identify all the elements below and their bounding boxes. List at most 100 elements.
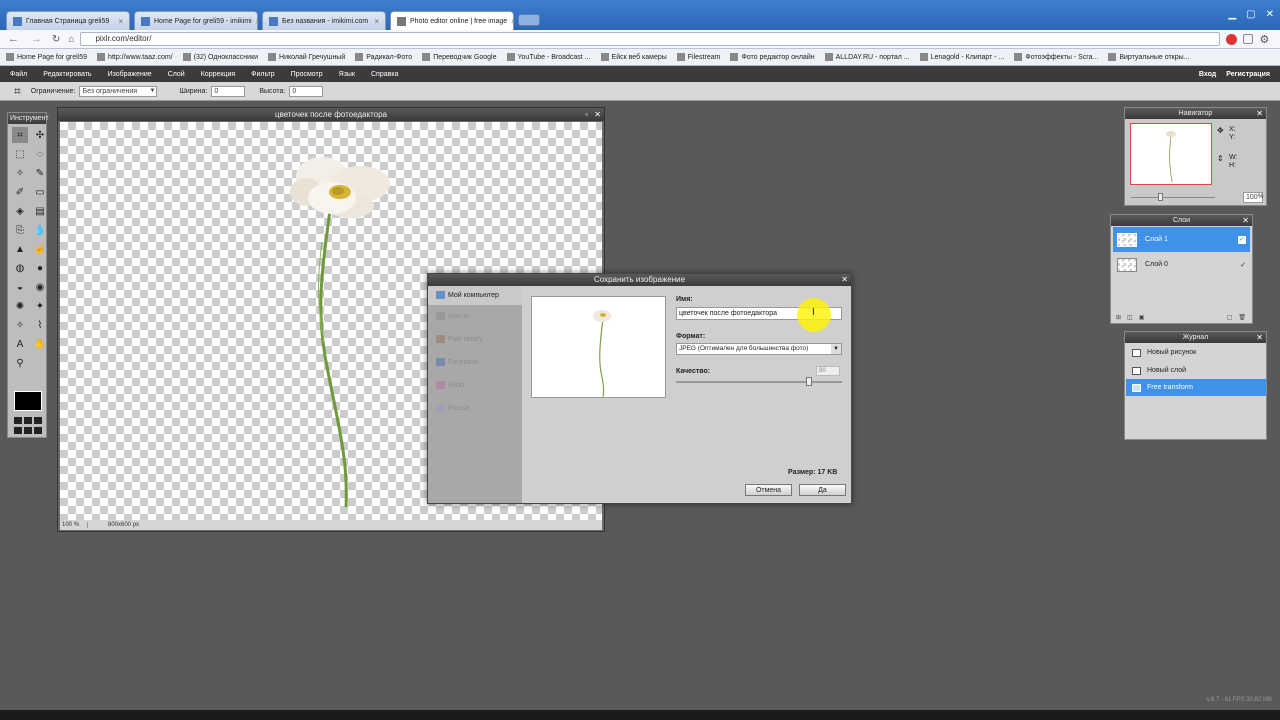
menu-image[interactable]: Изображение xyxy=(108,71,152,78)
source-flickr[interactable]: Flickr xyxy=(428,374,522,397)
close-icon[interactable]: ✕ xyxy=(841,274,848,286)
navigator-zoom-slider[interactable] xyxy=(1131,197,1215,198)
history-item-active[interactable]: Free transform xyxy=(1126,379,1266,396)
layer-row[interactable]: Слой 0 ✓ xyxy=(1113,253,1250,276)
clone-icon[interactable]: ⎘ xyxy=(12,222,28,238)
view-mode-icon[interactable] xyxy=(14,427,22,434)
register-link[interactable]: Регистрация xyxy=(1226,71,1270,78)
delete-layer-icon[interactable]: 🗑 xyxy=(1238,314,1246,321)
text-icon[interactable]: A xyxy=(12,336,28,352)
color-swatch[interactable] xyxy=(14,391,42,411)
bookmark-item[interactable]: YouTube - Broadcast ... xyxy=(506,53,591,61)
close-icon[interactable]: ✕ xyxy=(1256,332,1263,343)
wrench-icon[interactable]: ⚙ xyxy=(1259,33,1269,46)
reload-icon[interactable]: ↻ xyxy=(52,34,60,45)
menu-filter[interactable]: Фильтр xyxy=(251,71,275,78)
bookmark-item[interactable]: Виртуальные откры... xyxy=(1108,53,1189,61)
source-pixlr-library[interactable]: Pixlr library xyxy=(428,328,522,351)
home-icon[interactable]: ⌂ xyxy=(68,34,74,45)
back-icon[interactable]: ← xyxy=(8,33,19,45)
layer-row-active[interactable]: Слой 1 ✓ xyxy=(1113,227,1250,252)
drop-icon[interactable]: 💧 xyxy=(32,222,48,238)
close-icon[interactable]: ✕ xyxy=(1242,215,1249,226)
redeye-icon[interactable]: ◉ xyxy=(32,279,48,295)
wand-icon[interactable]: ✧ xyxy=(12,165,28,181)
history-item[interactable]: Новый слой xyxy=(1126,362,1265,379)
height-input[interactable]: 0 xyxy=(289,85,324,97)
lasso-icon[interactable]: ◌ xyxy=(32,146,48,162)
pencil-icon[interactable]: ✎ xyxy=(32,165,48,181)
bookmark-item[interactable]: Переводчик Google xyxy=(422,53,497,61)
close-icon[interactable]: × xyxy=(252,17,257,26)
ok-button[interactable]: Да xyxy=(799,484,846,496)
view-mode-icon[interactable] xyxy=(14,417,22,424)
hand-icon[interactable]: ✋ xyxy=(32,336,48,352)
bookmark-item[interactable]: Фото редактор онлайн xyxy=(730,53,815,61)
close-icon[interactable]: × xyxy=(507,17,513,26)
format-select[interactable]: JPEG (Оптимален для большинства фото) ▼ xyxy=(676,343,842,355)
bookmark-item[interactable]: (32) Одноклассники xyxy=(182,53,258,61)
sharpen-icon[interactable]: ▲ xyxy=(12,241,28,257)
limit-select[interactable]: Без ограничения ▼ xyxy=(79,85,158,97)
bookmark-item[interactable]: ALLDAY.RU - портал ... xyxy=(824,53,910,61)
close-icon[interactable]: ✕ xyxy=(1256,108,1263,119)
maximize-icon[interactable]: ▢ xyxy=(1246,9,1255,20)
crop-icon[interactable]: ⌗ xyxy=(12,127,28,143)
view-mode-icon[interactable] xyxy=(24,417,32,424)
minimize-icon[interactable]: ▁ xyxy=(1228,9,1236,20)
layer-visibility-checkbox[interactable]: ✓ xyxy=(1240,261,1246,269)
quality-slider-handle[interactable] xyxy=(806,377,812,386)
browser-tab-3[interactable]: Без названия - imikimi.com × xyxy=(262,11,386,30)
navigator-zoom-handle[interactable] xyxy=(1158,193,1163,201)
url-input[interactable]: pixlr.com/editor/ xyxy=(80,32,1221,46)
navigator-thumbnail[interactable] xyxy=(1130,123,1212,185)
menu-language[interactable]: Язык xyxy=(339,71,355,78)
menu-view[interactable]: Просмотр xyxy=(291,71,323,78)
zoom-icon[interactable]: ⚲ xyxy=(12,355,28,371)
new-layer-icon[interactable]: ▢ xyxy=(1227,314,1233,321)
spotheal-icon[interactable]: ✺ xyxy=(12,298,28,314)
layer-visibility-checkbox[interactable]: ✓ xyxy=(1238,235,1246,244)
source-picasa[interactable]: Picasa xyxy=(428,397,522,420)
bookmark-item[interactable]: Lenagold - Клипарт - ... xyxy=(919,53,1004,61)
sponge-icon[interactable]: ◍ xyxy=(12,260,28,276)
maximize-icon[interactable]: ▫ xyxy=(585,108,588,121)
layer-style-icon[interactable]: ⊞ xyxy=(1116,314,1121,321)
menu-help[interactable]: Справка xyxy=(371,71,398,78)
browser-tab-1[interactable]: Главная Страница greli59 × xyxy=(6,11,130,30)
pinch-icon[interactable]: ✧ xyxy=(12,317,28,333)
page-menu-icon[interactable] xyxy=(1243,34,1254,44)
browser-tab-2[interactable]: Home Page for greli59 - imikimi× xyxy=(134,11,258,30)
bucket-icon[interactable]: ◈ xyxy=(12,203,28,219)
view-mode-icon[interactable] xyxy=(24,427,32,434)
picker-icon[interactable]: ⌇ xyxy=(32,317,48,333)
dodge-icon[interactable]: ● xyxy=(32,260,48,276)
cancel-button[interactable]: Отмена xyxy=(745,484,792,496)
menu-edit[interactable]: Редактировать xyxy=(43,71,91,78)
zoom-readout[interactable]: 100 % xyxy=(60,522,88,528)
menu-file[interactable]: Файл xyxy=(10,71,27,78)
history-item[interactable]: Новый рисунок xyxy=(1126,344,1265,361)
close-icon[interactable]: × xyxy=(370,17,379,26)
quality-slider-track[interactable] xyxy=(676,381,842,383)
forward-icon[interactable]: → xyxy=(31,33,42,45)
bookmark-item[interactable]: Filestream xyxy=(676,53,720,61)
smudge-icon[interactable]: ☝ xyxy=(32,241,48,257)
bookmark-item[interactable]: Ейск веб камеры xyxy=(600,53,667,61)
bloat-icon[interactable]: ✦ xyxy=(32,298,48,314)
move-icon[interactable]: ✣ xyxy=(32,127,48,143)
source-my-computer[interactable]: Мой компьютер xyxy=(428,286,522,305)
browser-tab-active[interactable]: Photo editor online | free image× xyxy=(390,11,514,30)
bookmark-item[interactable]: Радикал-Фото xyxy=(355,53,412,61)
menu-adjustment[interactable]: Коррекция xyxy=(201,71,235,78)
marquee-icon[interactable]: ⬚ xyxy=(12,146,28,162)
close-icon[interactable]: × xyxy=(114,17,123,26)
eraser-icon[interactable]: ▭ xyxy=(32,184,48,200)
bookmark-item[interactable]: http://www.taaz.com/ xyxy=(97,53,173,61)
login-link[interactable]: Вход xyxy=(1199,71,1216,78)
new-tab-button[interactable] xyxy=(518,14,540,26)
view-mode-icon[interactable] xyxy=(34,417,42,424)
gradient-icon[interactable]: ▤ xyxy=(32,203,48,219)
layer-mask-icon[interactable]: ▣ xyxy=(1139,314,1145,321)
close-icon[interactable]: ✕ xyxy=(594,108,601,121)
